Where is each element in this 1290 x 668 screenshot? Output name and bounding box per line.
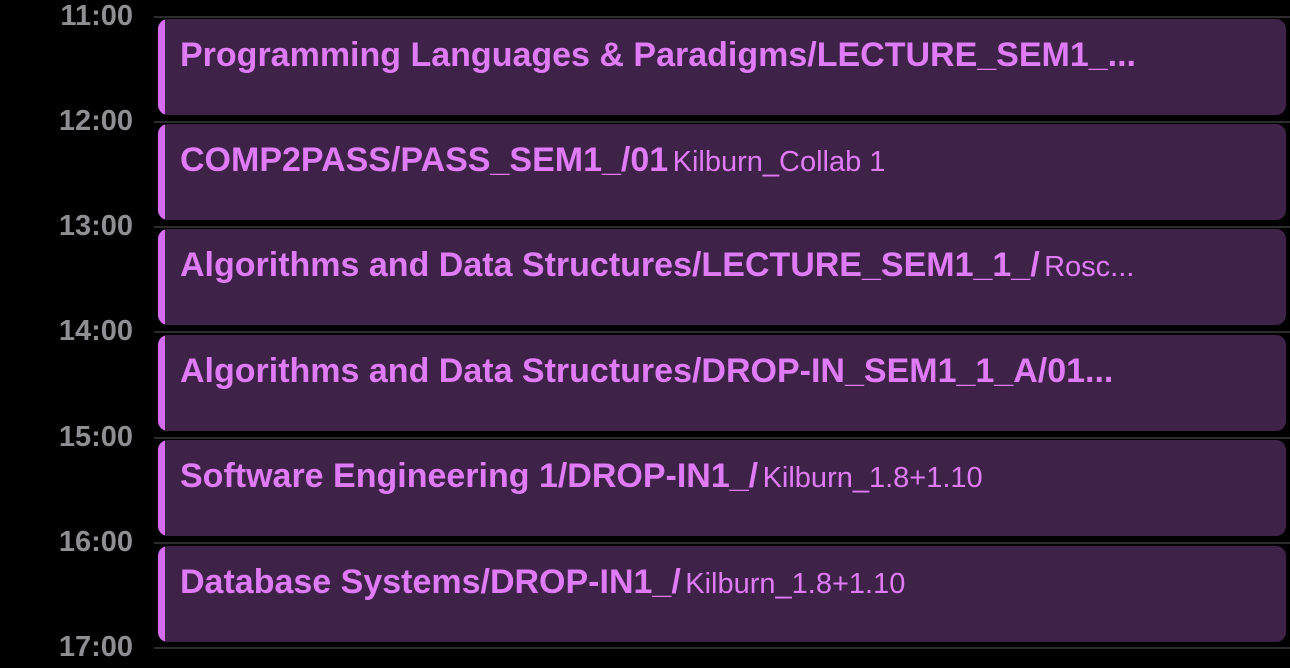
hour-gridline [154,226,1290,228]
hour-gridline [154,542,1290,544]
hour-label: 15:00 [58,421,133,453]
event-location: Kilburn_1.8+1.10 [762,462,983,494]
event-text: Database Systems/DROP-IN1_/ Kilburn_1.8+… [180,560,1274,611]
hour-gridline [154,121,1290,123]
event-accent-bar [158,229,165,325]
event-accent-bar [158,440,165,536]
hour-gridline [154,331,1290,333]
event-title: Algorithms and Data Structures/DROP-IN_S… [180,352,1114,390]
hour-gridline [154,16,1290,18]
event-location: Kilburn_Collab 1 [672,146,886,178]
event-title: Programming Languages & Paradigms/LECTUR… [180,36,1137,74]
event-comp2pass[interactable]: COMP2PASS/PASS_SEM1_/01 Kilburn_Collab 1 [158,124,1286,220]
event-location: Kilburn_1.8+1.10 [685,568,906,600]
event-text: Software Engineering 1/DROP-IN1_/ Kilbur… [180,454,1274,505]
event-title: Algorithms and Data Structures/LECTURE_S… [180,246,1040,284]
event-title: Database Systems/DROP-IN1_/ [180,563,681,601]
event-text: Algorithms and Data Structures/DROP-IN_S… [180,349,1274,400]
event-location: Rosc... [1044,251,1135,283]
hour-gridline [154,647,1290,649]
event-accent-bar [158,19,165,115]
event-algorithms-lecture[interactable]: Algorithms and Data Structures/LECTURE_S… [158,229,1286,325]
hour-label: 16:00 [58,526,133,558]
event-programming-languages[interactable]: Programming Languages & Paradigms/LECTUR… [158,19,1286,115]
event-text: Algorithms and Data Structures/LECTURE_S… [180,243,1274,294]
event-database-systems[interactable]: Database Systems/DROP-IN1_/ Kilburn_1.8+… [158,546,1286,642]
hour-label: 13:00 [58,210,133,242]
hour-label: 11:00 [60,0,133,32]
hour-label: 17:00 [58,631,133,663]
event-software-engineering[interactable]: Software Engineering 1/DROP-IN1_/ Kilbur… [158,440,1286,536]
event-text: COMP2PASS/PASS_SEM1_/01 Kilburn_Collab 1 [180,138,1274,189]
event-accent-bar [158,335,165,431]
event-title: COMP2PASS/PASS_SEM1_/01 [180,141,669,179]
event-text: Programming Languages & Paradigms/LECTUR… [180,33,1274,84]
event-accent-bar [158,546,165,642]
day-timeline: 11:00 12:00 13:00 14:00 15:00 16:00 17:0… [0,0,1290,668]
event-algorithms-drop-in[interactable]: Algorithms and Data Structures/DROP-IN_S… [158,335,1286,431]
event-title: Software Engineering 1/DROP-IN1_/ [180,457,759,495]
hour-gridline [154,437,1290,439]
hour-label: 12:00 [58,105,133,137]
event-accent-bar [158,124,165,220]
hour-label: 14:00 [58,315,133,347]
